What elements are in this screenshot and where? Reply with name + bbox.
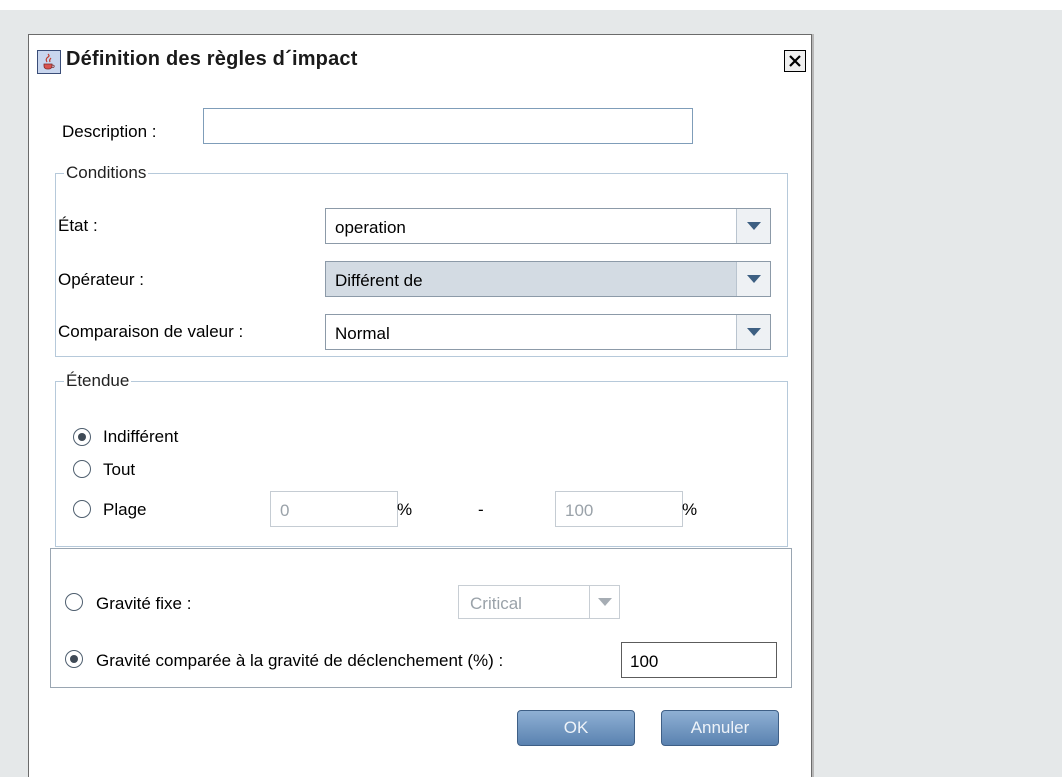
close-button[interactable] <box>784 50 806 72</box>
range-from-value: 0 <box>280 501 290 520</box>
title-bar[interactable]: Définition des règles d´impact <box>29 35 811 85</box>
fixed-severity-radio[interactable] <box>65 593 83 611</box>
relative-severity-radio[interactable] <box>65 650 83 668</box>
cancel-button[interactable]: Annuler <box>661 710 779 746</box>
state-label: État : <box>58 216 98 235</box>
close-icon <box>789 55 801 67</box>
relative-severity-input[interactable]: 100 <box>621 642 777 678</box>
chevron-down-icon[interactable] <box>736 209 770 243</box>
operator-select[interactable]: Différent de <box>325 261 771 297</box>
impact-rules-dialog: Définition des règles d´impact Descripti… <box>28 34 812 777</box>
state-select[interactable]: operation <box>325 208 771 244</box>
operator-label: Opérateur : <box>58 270 144 289</box>
ok-button[interactable]: OK <box>517 710 635 746</box>
scope-range-radio[interactable] <box>73 500 91 518</box>
scope-all-radio[interactable] <box>73 460 91 478</box>
relative-severity-value: 100 <box>630 652 659 671</box>
fixed-severity-label: Gravité fixe : <box>96 594 192 613</box>
fixed-severity-select[interactable]: Critical <box>458 585 620 619</box>
window-top-strip <box>0 0 1062 10</box>
state-value: operation <box>335 218 406 237</box>
compare-label: Comparaison de valeur : <box>58 322 244 341</box>
fixed-severity-value: Critical <box>470 594 522 613</box>
chevron-down-icon[interactable] <box>589 586 619 618</box>
range-to-percent: % <box>682 500 698 519</box>
dialog-title: Définition des règles d´impact <box>66 48 358 70</box>
scope-all-label: Tout <box>103 460 136 479</box>
scope-any-label: Indifférent <box>103 427 179 446</box>
compare-value: Normal <box>335 324 390 343</box>
chevron-down-icon[interactable] <box>736 262 770 296</box>
compare-value-select[interactable]: Normal <box>325 314 771 350</box>
scope-legend: Étendue <box>64 371 132 391</box>
relative-severity-label: Gravité comparée à la gravité de déclenc… <box>96 651 504 670</box>
description-label: Description : <box>62 122 157 141</box>
description-input[interactable] <box>203 108 693 144</box>
scope-range-label: Plage <box>103 500 147 519</box>
java-cup-icon <box>37 50 61 74</box>
range-to-value: 100 <box>565 501 594 520</box>
operator-value: Différent de <box>335 271 423 290</box>
chevron-down-icon[interactable] <box>736 315 770 349</box>
range-from-percent: % <box>397 500 413 519</box>
range-from-input[interactable]: 0 <box>270 491 398 527</box>
range-to-input[interactable]: 100 <box>555 491 683 527</box>
conditions-legend: Conditions <box>64 163 149 183</box>
scope-any-radio[interactable] <box>73 428 91 446</box>
range-dash: - <box>478 500 484 519</box>
